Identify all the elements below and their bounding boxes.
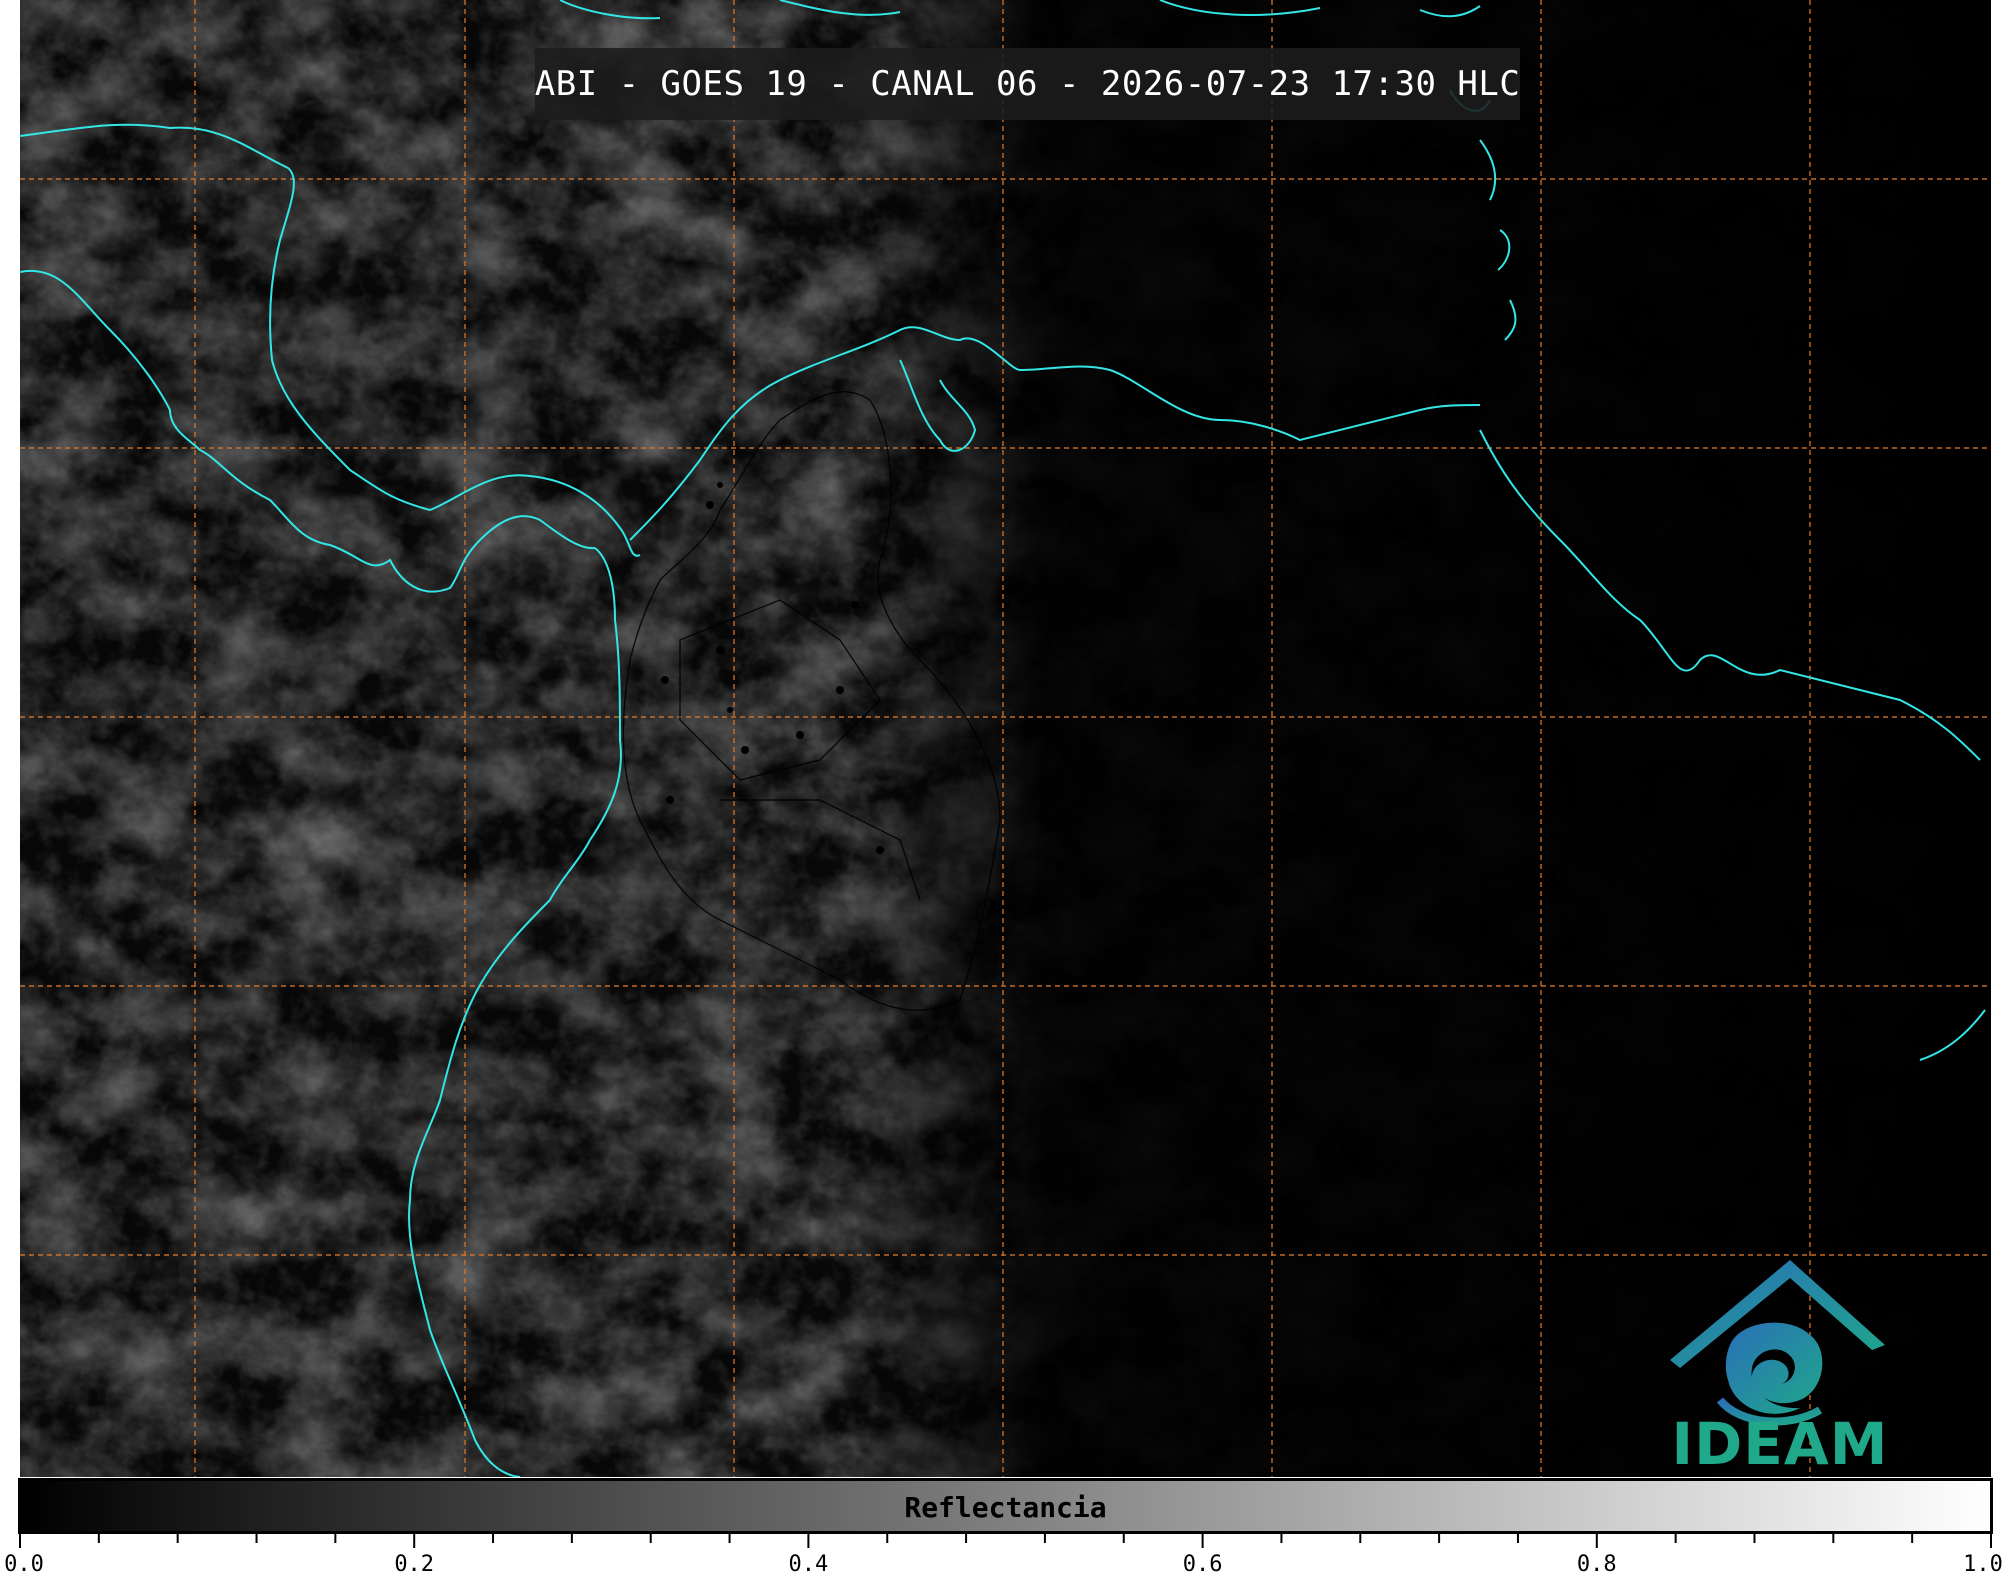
map-title: ABI - GOES 19 - CANAL 06 - 2026-07-23 17… [534,64,1521,104]
colorbar-tick-label: 0.4 [788,1552,829,1577]
colorbar-ticks [19,1534,1992,1548]
colorbar-tick-label: 1.0 [1963,1552,2003,1577]
colorbar-tick-label: 0.6 [1182,1552,1223,1577]
colorbar: Reflectancia [18,1478,1993,1534]
colorbar-label: Reflectancia [904,1491,1107,1524]
map-title-box: ABI - GOES 19 - CANAL 06 - 2026-07-23 17… [535,48,1520,120]
colorbar-tick-label: 0.2 [394,1552,435,1577]
ideam-logo-text: IDEAM [1671,1410,1889,1478]
colorbar-tick-label: 0.0 [4,1552,44,1577]
colorbar-tick-label: 0.8 [1576,1552,1617,1577]
